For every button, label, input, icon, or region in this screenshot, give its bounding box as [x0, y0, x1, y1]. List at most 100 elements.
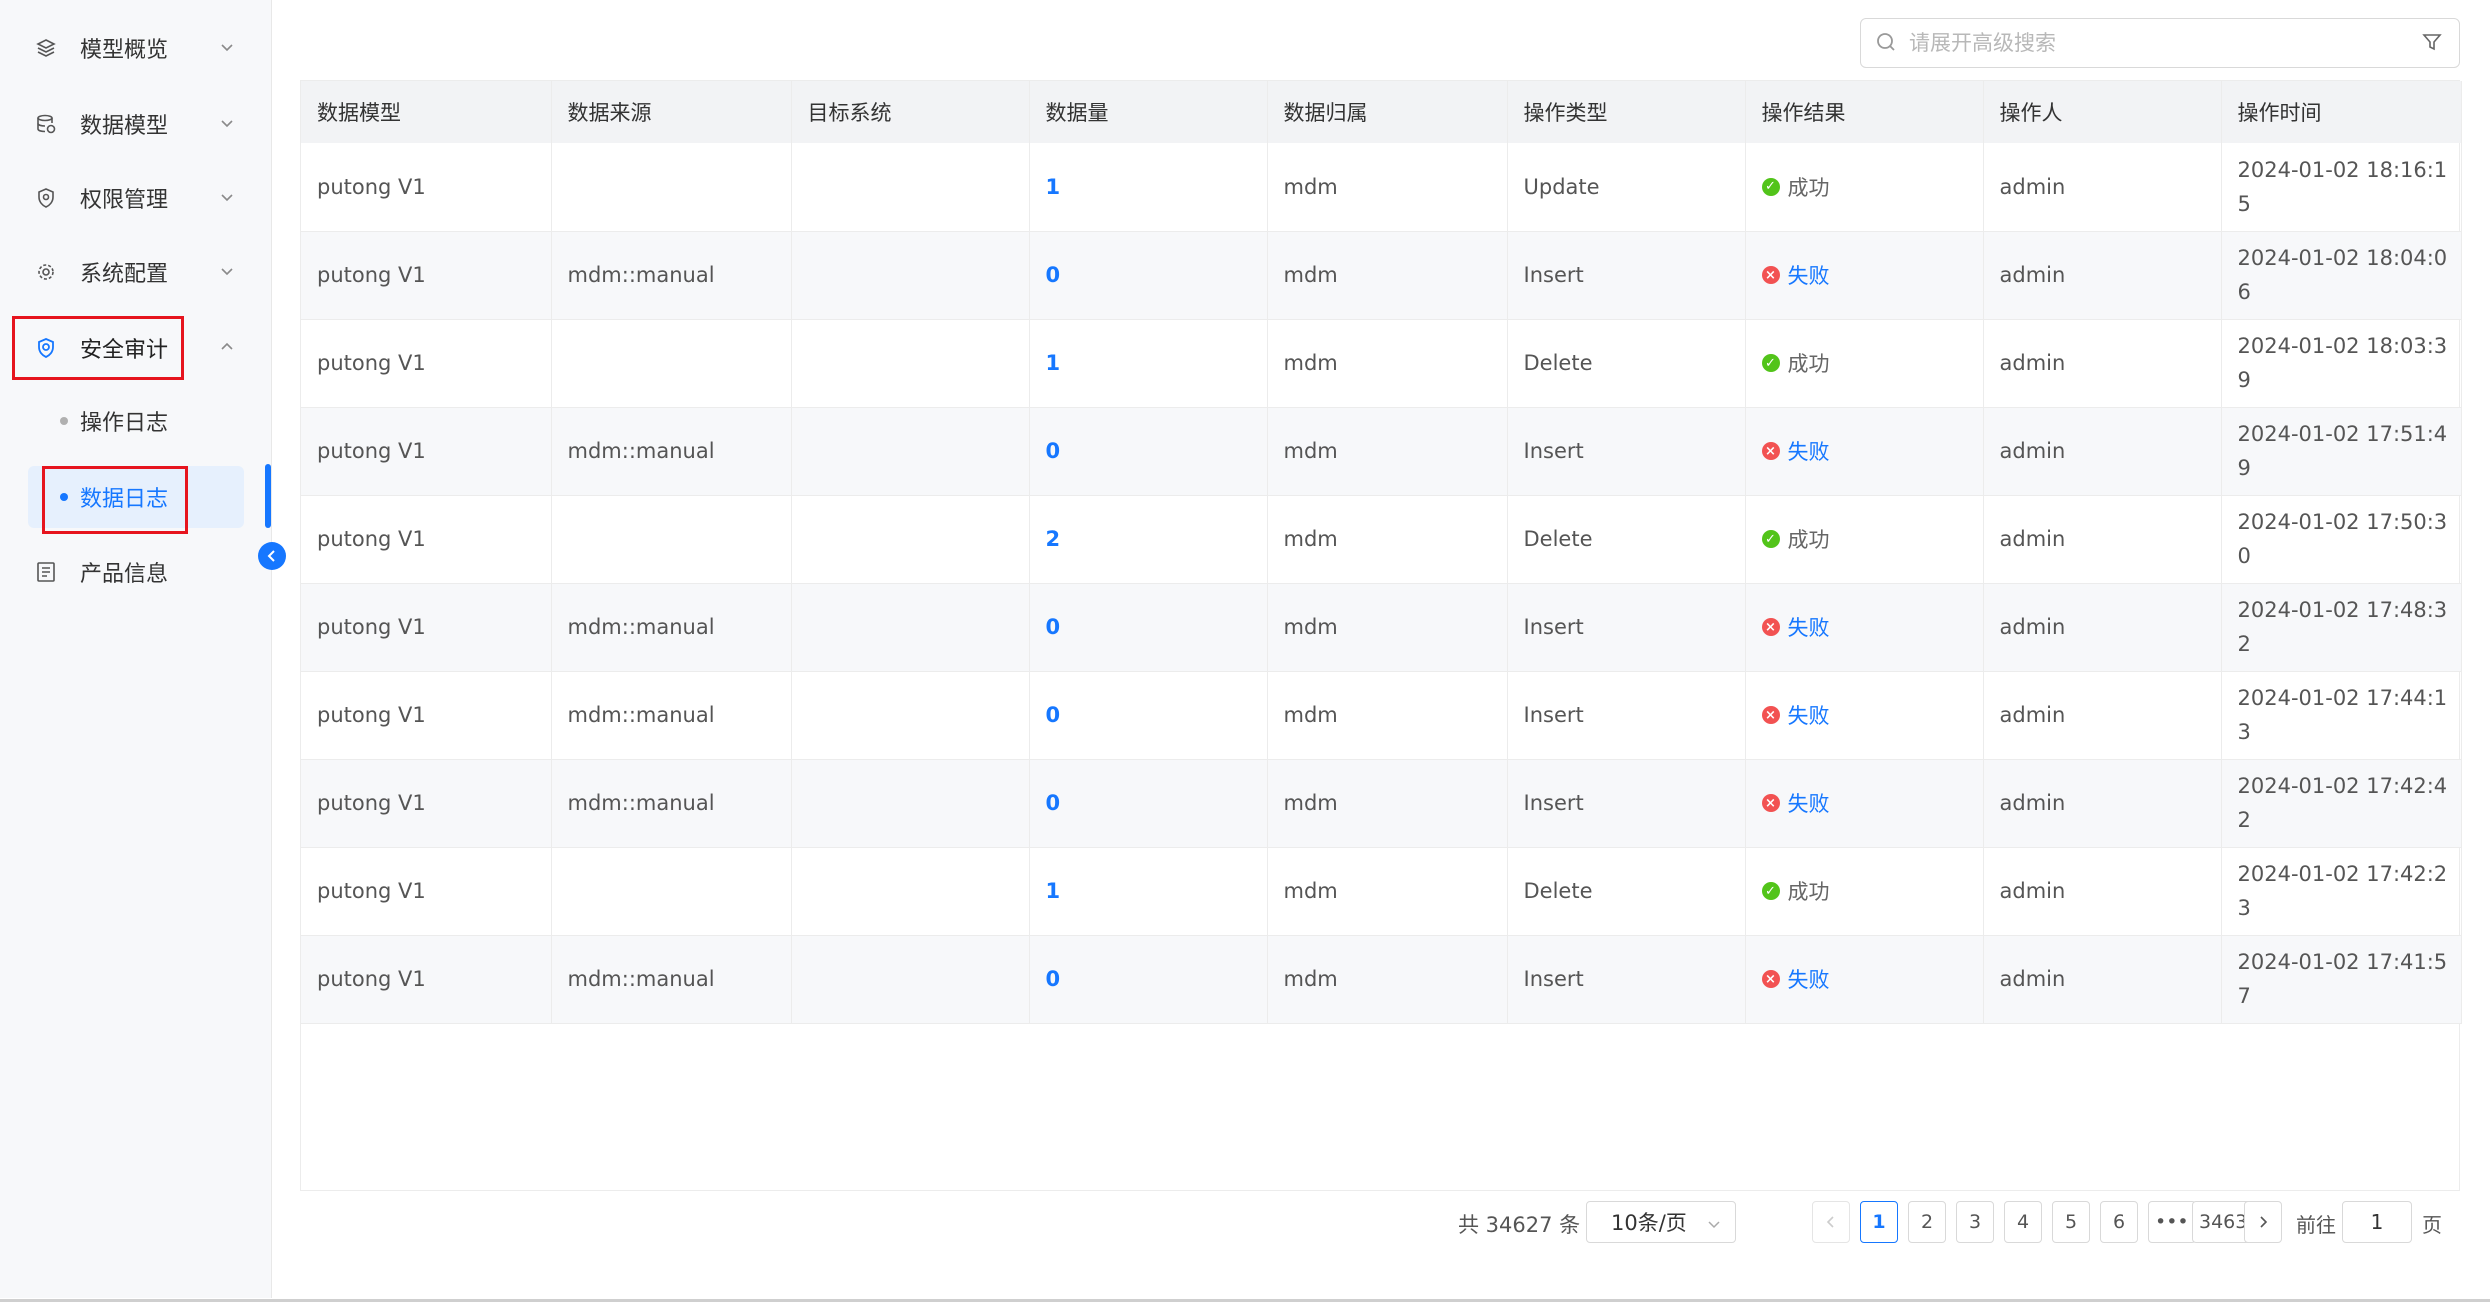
result-success: ✓ 成功: [1761, 524, 1983, 554]
active-indicator: [265, 464, 271, 528]
next-page-button[interactable]: [2244, 1201, 2282, 1243]
result-success: ✓ 成功: [1761, 348, 1983, 378]
column-header[interactable]: 目标系统: [791, 81, 1030, 143]
sidebar-item-model-overview[interactable]: 模型概览: [12, 18, 252, 78]
cell-time: 2024-01-02 17:42:42: [2221, 759, 2462, 848]
cell-result: ✓ 成功: [1745, 847, 1984, 936]
column-header[interactable]: 数据归属: [1267, 81, 1508, 143]
error-circle-icon: ×: [1761, 706, 1780, 724]
result-failure[interactable]: × 失败: [1761, 788, 1983, 818]
cell-count: 0: [1029, 407, 1268, 496]
goto-page-input[interactable]: [2342, 1201, 2412, 1243]
table-row[interactable]: putong V1 mdm::manual 0 mdm Insert × 失败 admin 20…: [301, 583, 2462, 672]
sidebar-item-product-info[interactable]: 产品信息: [12, 542, 252, 602]
cell-operation-type: Insert: [1507, 231, 1746, 320]
column-header[interactable]: 操作人: [1983, 81, 2222, 143]
more-pages-button[interactable]: •••: [2148, 1201, 2196, 1243]
sidebar-item-data-model[interactable]: 数据模型: [12, 94, 252, 154]
page-button[interactable]: 6: [2100, 1201, 2138, 1243]
search-icon: [1875, 31, 1899, 55]
result-failure[interactable]: × 失败: [1761, 436, 1983, 466]
cell-result: × 失败: [1745, 759, 1984, 848]
column-header[interactable]: 数据模型: [301, 81, 552, 143]
cell-count: 0: [1029, 583, 1268, 672]
table-row[interactable]: putong V1 2 mdm Delete ✓ 成功 admin 2024-01-02 17…: [301, 495, 2462, 584]
collapse-sidebar-button[interactable]: [258, 542, 286, 570]
check-circle-icon: ✓: [1761, 530, 1780, 548]
table-row[interactable]: putong V1 mdm::manual 0 mdm Insert × 失败 admin 20…: [301, 407, 2462, 496]
data-log-table: 数据模型 数据来源 目标系统 数据量 数据归属 操作类型 操作结果 操作人 操作…: [300, 80, 2462, 1252]
cell-owner: mdm: [1267, 671, 1508, 760]
page-button[interactable]: 4: [2004, 1201, 2042, 1243]
cell-user: admin: [1983, 583, 2222, 672]
prev-page-button[interactable]: [1812, 1201, 1850, 1243]
column-header[interactable]: 数据量: [1029, 81, 1268, 143]
page-size-select[interactable]: 10条/页: [1586, 1201, 1736, 1243]
cell-count: 1: [1029, 143, 1268, 232]
page-button[interactable]: 5: [2052, 1201, 2090, 1243]
error-circle-icon: ×: [1761, 618, 1780, 636]
cell-target: [791, 407, 1030, 496]
cell-time: 2024-01-02 18:04:06: [2221, 231, 2462, 320]
sidebar-item-label: 产品信息: [80, 562, 169, 587]
result-success: ✓ 成功: [1761, 172, 1983, 202]
search-input[interactable]: [1909, 31, 2389, 55]
cell-user: admin: [1983, 319, 2222, 408]
cell-result: × 失败: [1745, 671, 1984, 760]
cell-time: 2024-01-02 17:51:49: [2221, 407, 2462, 496]
sidebar-item-label: 模型概览: [80, 38, 169, 63]
cell-operation-type: Delete: [1507, 319, 1746, 408]
advanced-search-bar[interactable]: [1860, 18, 2460, 68]
result-label: 成功: [1787, 528, 1830, 552]
table-row[interactable]: putong V1 mdm::manual 0 mdm Insert × 失败 admin 20…: [301, 935, 2462, 1024]
cell-user: admin: [1983, 671, 2222, 760]
table-row[interactable]: putong V1 1 mdm Delete ✓ 成功 admin 2024-01-02 18…: [301, 319, 2462, 408]
cell-operation-type: Insert: [1507, 583, 1746, 672]
page-button[interactable]: 3: [1956, 1201, 1994, 1243]
sidebar: 模型概览 数据模型 权限管理 系统配置 安全审计 操作日志 数据日志 产品信息: [0, 0, 272, 1298]
result-failure[interactable]: × 失败: [1761, 964, 1983, 994]
sidebar-item-permissions[interactable]: 权限管理: [12, 168, 252, 228]
highlight-box-security-audit: [12, 316, 184, 380]
result-failure[interactable]: × 失败: [1761, 700, 1983, 730]
cell-time: 2024-01-02 18:03:39: [2221, 319, 2462, 408]
page-button[interactable]: 1: [1860, 1201, 1898, 1243]
cell-count: 1: [1029, 319, 1268, 408]
column-header[interactable]: 操作时间: [2221, 81, 2462, 143]
cell-user: admin: [1983, 935, 2222, 1024]
check-circle-icon: ✓: [1761, 354, 1780, 372]
sidebar-subitem-operation-log[interactable]: 操作日志: [28, 390, 244, 452]
bullet-icon: [60, 417, 68, 425]
page-button[interactable]: 2: [1908, 1201, 1946, 1243]
cell-time: 2024-01-02 18:16:15: [2221, 143, 2462, 232]
cell-source: [551, 319, 792, 408]
column-header[interactable]: 操作类型: [1507, 81, 1746, 143]
sidebar-item-system-config[interactable]: 系统配置: [12, 242, 252, 302]
filter-icon[interactable]: [2421, 31, 2445, 55]
table-row[interactable]: putong V1 1 mdm Delete ✓ 成功 admin 2024-01-02 17…: [301, 847, 2462, 936]
cell-count: 0: [1029, 935, 1268, 1024]
table-row[interactable]: putong V1 mdm::manual 0 mdm Insert × 失败 admin 20…: [301, 759, 2462, 848]
cell-time: 2024-01-02 17:44:13: [2221, 671, 2462, 760]
database-icon: [34, 112, 58, 136]
cell-target: [791, 231, 1030, 320]
table-row[interactable]: putong V1 1 mdm Update ✓ 成功 admin 2024-01-02 18…: [301, 143, 2462, 232]
column-header[interactable]: 数据来源: [551, 81, 792, 143]
result-failure[interactable]: × 失败: [1761, 260, 1983, 290]
result-failure[interactable]: × 失败: [1761, 612, 1983, 642]
cell-source: mdm::manual: [551, 671, 792, 760]
table-row[interactable]: putong V1 mdm::manual 0 mdm Insert × 失败 admin 20…: [301, 231, 2462, 320]
column-header[interactable]: 操作结果: [1745, 81, 1984, 143]
goto-label: 前往: [2296, 1213, 2336, 1237]
table-row[interactable]: putong V1 mdm::manual 0 mdm Insert × 失败 admin 20…: [301, 671, 2462, 760]
highlight-box-data-log: [42, 466, 188, 534]
cell-source: mdm::manual: [551, 231, 792, 320]
cell-target: [791, 935, 1030, 1024]
sidebar-item-label: 系统配置: [80, 262, 169, 287]
table-header-row: 数据模型 数据来源 目标系统 数据量 数据归属 操作类型 操作结果 操作人 操作…: [301, 81, 2462, 143]
cell-operation-type: Insert: [1507, 671, 1746, 760]
result-label: 成功: [1787, 880, 1830, 904]
cell-target: [791, 847, 1030, 936]
result-label: 成功: [1787, 175, 1830, 200]
cell-user: admin: [1983, 143, 2222, 232]
